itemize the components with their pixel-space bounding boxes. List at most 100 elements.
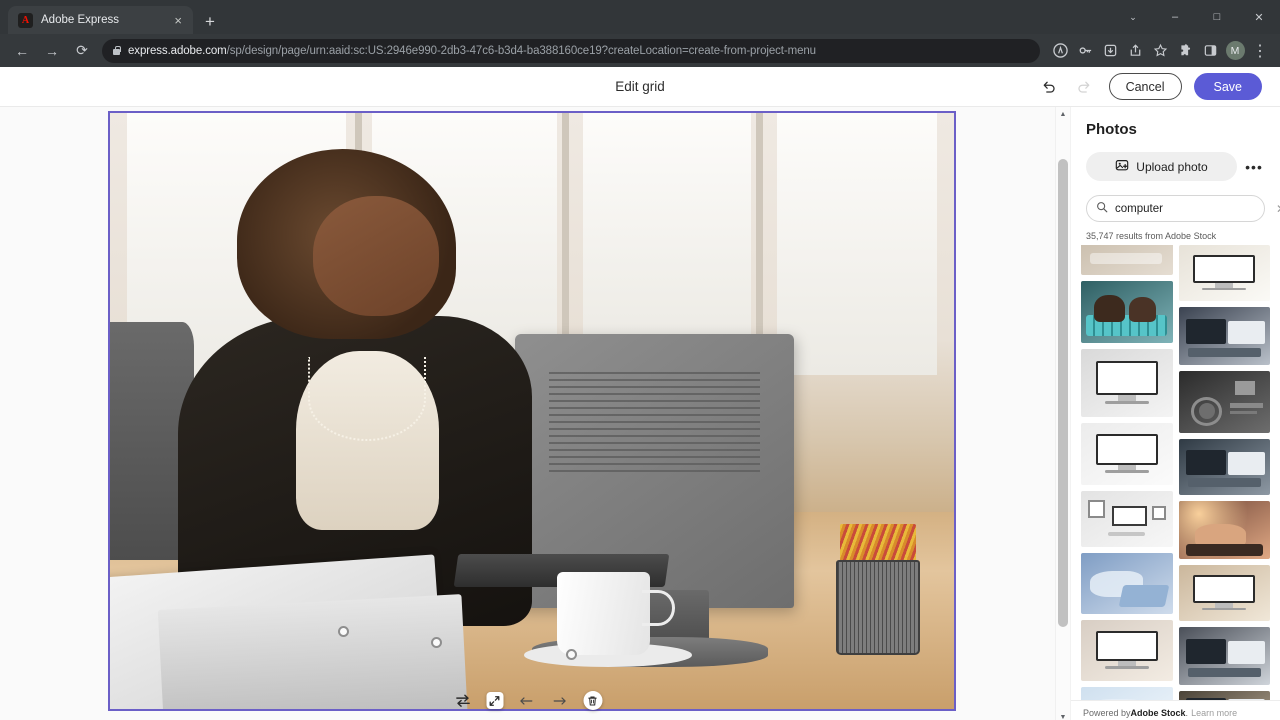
panel-title: Photos bbox=[1086, 121, 1137, 138]
browser-window: A Adobe Express × + ⌄ – □ ✕ ← → ⟳ expres… bbox=[0, 0, 1280, 720]
move-left-icon[interactable] bbox=[517, 691, 536, 710]
browser-titlebar: A Adobe Express × + ⌄ – □ ✕ bbox=[0, 0, 1280, 34]
grid-photo-office-woman bbox=[110, 113, 954, 709]
browser-menu-icon[interactable]: ⋮ bbox=[1248, 39, 1272, 63]
avatar-initial: M bbox=[1225, 41, 1245, 60]
photo-thumbnail[interactable] bbox=[1178, 565, 1271, 621]
redo-button[interactable] bbox=[1073, 75, 1097, 99]
photo-thumbnail-art bbox=[1179, 371, 1271, 433]
photo-thumbnail-art bbox=[1081, 423, 1173, 485]
photo-thumbnail[interactable] bbox=[1178, 691, 1271, 700]
photo-thumbnail[interactable] bbox=[1178, 439, 1271, 495]
photo-thumbnail[interactable] bbox=[1081, 687, 1173, 700]
url-path: /sp/design/page/urn:aaid:sc:US:2946e990-… bbox=[226, 44, 816, 57]
photo-thumbnail[interactable] bbox=[1081, 281, 1173, 343]
tab-title: Adobe Express bbox=[41, 14, 119, 26]
adobe-stock-brand: Adobe Stock bbox=[1130, 707, 1186, 718]
browser-toolbar: ← → ⟳ express.adobe.com/sp/design/page/u… bbox=[0, 34, 1280, 67]
clear-search-icon[interactable]: ✕ bbox=[1276, 203, 1280, 215]
image-context-toolbar bbox=[453, 691, 602, 710]
scrollbar-thumb[interactable] bbox=[1058, 159, 1068, 627]
photo-thumbnail-art bbox=[1081, 553, 1173, 614]
photo-thumbnail-art bbox=[1179, 627, 1271, 685]
photo-thumbnail[interactable] bbox=[1081, 491, 1173, 547]
photos-panel: Photos Upload photo ••• ✕ bbox=[1070, 107, 1280, 720]
photo-thumbnail-art bbox=[1179, 245, 1271, 301]
maximize-window-icon[interactable]: □ bbox=[1196, 0, 1238, 34]
photo-thumbnail-art bbox=[1081, 620, 1173, 681]
window-controls: ⌄ – □ ✕ bbox=[1112, 0, 1280, 34]
panel-more-options-button[interactable]: ••• bbox=[1243, 156, 1265, 178]
photo-thumbnail-art bbox=[1081, 349, 1173, 417]
photo-thumbnail-art bbox=[1179, 691, 1271, 700]
panel-footer: Powered by Adobe Stock . Learn more bbox=[1071, 700, 1280, 720]
photo-thumbnail-art bbox=[1081, 491, 1173, 547]
new-tab-button[interactable]: + bbox=[205, 13, 215, 30]
upload-photo-label: Upload photo bbox=[1136, 159, 1208, 174]
photo-thumbnail[interactable] bbox=[1178, 501, 1270, 559]
share-icon[interactable] bbox=[1123, 39, 1147, 63]
browser-tab-adobe-express[interactable]: A Adobe Express × bbox=[8, 6, 193, 34]
photo-thumbnail[interactable] bbox=[1081, 553, 1173, 614]
photo-thumbnail[interactable] bbox=[1081, 620, 1173, 681]
photo-grid-column-1 bbox=[1081, 245, 1173, 700]
forward-icon[interactable]: → bbox=[38, 37, 66, 65]
app-header: Edit grid Cancel Save bbox=[0, 67, 1280, 107]
scroll-up-icon[interactable]: ▲ bbox=[1056, 107, 1070, 121]
photo-thumbnail[interactable] bbox=[1178, 307, 1271, 365]
search-input[interactable] bbox=[1115, 202, 1269, 215]
delete-icon[interactable] bbox=[583, 691, 602, 710]
reload-icon[interactable]: ⟳ bbox=[68, 37, 96, 65]
photo-thumbnail[interactable] bbox=[1178, 245, 1271, 301]
photo-search-field[interactable]: ✕ bbox=[1086, 195, 1280, 222]
photo-thumbnail[interactable] bbox=[1178, 627, 1271, 685]
search-icon bbox=[1096, 200, 1108, 218]
app-body: ▲ ▼ Photos Upload photo ••• computer 35,… bbox=[0, 107, 1280, 720]
photo-results-grid bbox=[1081, 245, 1270, 700]
side-panel-icon[interactable] bbox=[1198, 39, 1222, 63]
image-plus-icon bbox=[1115, 158, 1129, 175]
photo-thumbnail-art bbox=[1179, 307, 1271, 365]
url-domain: express.adobe.com bbox=[128, 44, 227, 57]
lock-icon bbox=[112, 45, 121, 56]
password-key-icon[interactable] bbox=[1073, 39, 1097, 63]
profile-avatar[interactable]: M bbox=[1223, 39, 1247, 63]
tab-close-icon[interactable]: × bbox=[171, 12, 185, 29]
photo-thumbnail-art bbox=[1081, 687, 1173, 700]
resize-image-icon[interactable] bbox=[486, 692, 503, 709]
photo-thumbnail-art bbox=[1178, 501, 1270, 559]
adobe-circle-icon[interactable] bbox=[1048, 39, 1072, 63]
address-bar[interactable]: express.adobe.com/sp/design/page/urn:aai… bbox=[102, 38, 1040, 63]
powered-by-prefix: Powered by bbox=[1083, 707, 1131, 718]
bookmark-star-icon[interactable] bbox=[1148, 39, 1172, 63]
photo-thumbnail[interactable] bbox=[1081, 349, 1173, 417]
upload-row: Upload photo ••• bbox=[1086, 152, 1265, 181]
extensions-puzzle-icon[interactable] bbox=[1173, 39, 1197, 63]
photo-thumbnail[interactable] bbox=[1081, 423, 1173, 485]
canvas-scrollbar[interactable]: ▲ ▼ bbox=[1055, 107, 1070, 720]
tab-list-chevron-icon[interactable]: ⌄ bbox=[1112, 0, 1154, 34]
results-count-label: 35,747 results from Adobe Stock bbox=[1086, 231, 1217, 241]
install-app-icon[interactable] bbox=[1098, 39, 1122, 63]
photo-thumbnail-art bbox=[1179, 565, 1271, 621]
address-bar-url: express.adobe.com/sp/design/page/urn:aai… bbox=[128, 45, 816, 57]
photo-thumbnail-art bbox=[1081, 245, 1173, 275]
photo-thumbnail-art bbox=[1081, 281, 1173, 343]
photo-thumbnail[interactable] bbox=[1178, 371, 1271, 433]
upload-photo-button[interactable]: Upload photo bbox=[1086, 152, 1237, 181]
scroll-down-icon[interactable]: ▼ bbox=[1056, 710, 1070, 720]
canvas-area[interactable] bbox=[0, 107, 1055, 720]
move-right-icon[interactable] bbox=[550, 691, 569, 710]
adobe-favicon-icon: A bbox=[18, 12, 33, 28]
close-window-icon[interactable]: ✕ bbox=[1238, 0, 1280, 34]
photo-thumbnail[interactable] bbox=[1081, 245, 1173, 275]
selected-image-frame[interactable] bbox=[108, 111, 956, 711]
minimize-window-icon[interactable]: – bbox=[1154, 0, 1196, 34]
photo-results-scroll[interactable] bbox=[1071, 245, 1280, 700]
swap-image-icon[interactable] bbox=[453, 691, 472, 710]
back-icon[interactable]: ← bbox=[8, 37, 36, 65]
photo-thumbnail-art bbox=[1179, 439, 1271, 495]
photos-panel-header: Photos Upload photo ••• ✕ bbox=[1071, 107, 1280, 241]
photo-grid-column-2 bbox=[1178, 245, 1271, 700]
learn-more-link[interactable]: Learn more bbox=[1191, 708, 1237, 718]
